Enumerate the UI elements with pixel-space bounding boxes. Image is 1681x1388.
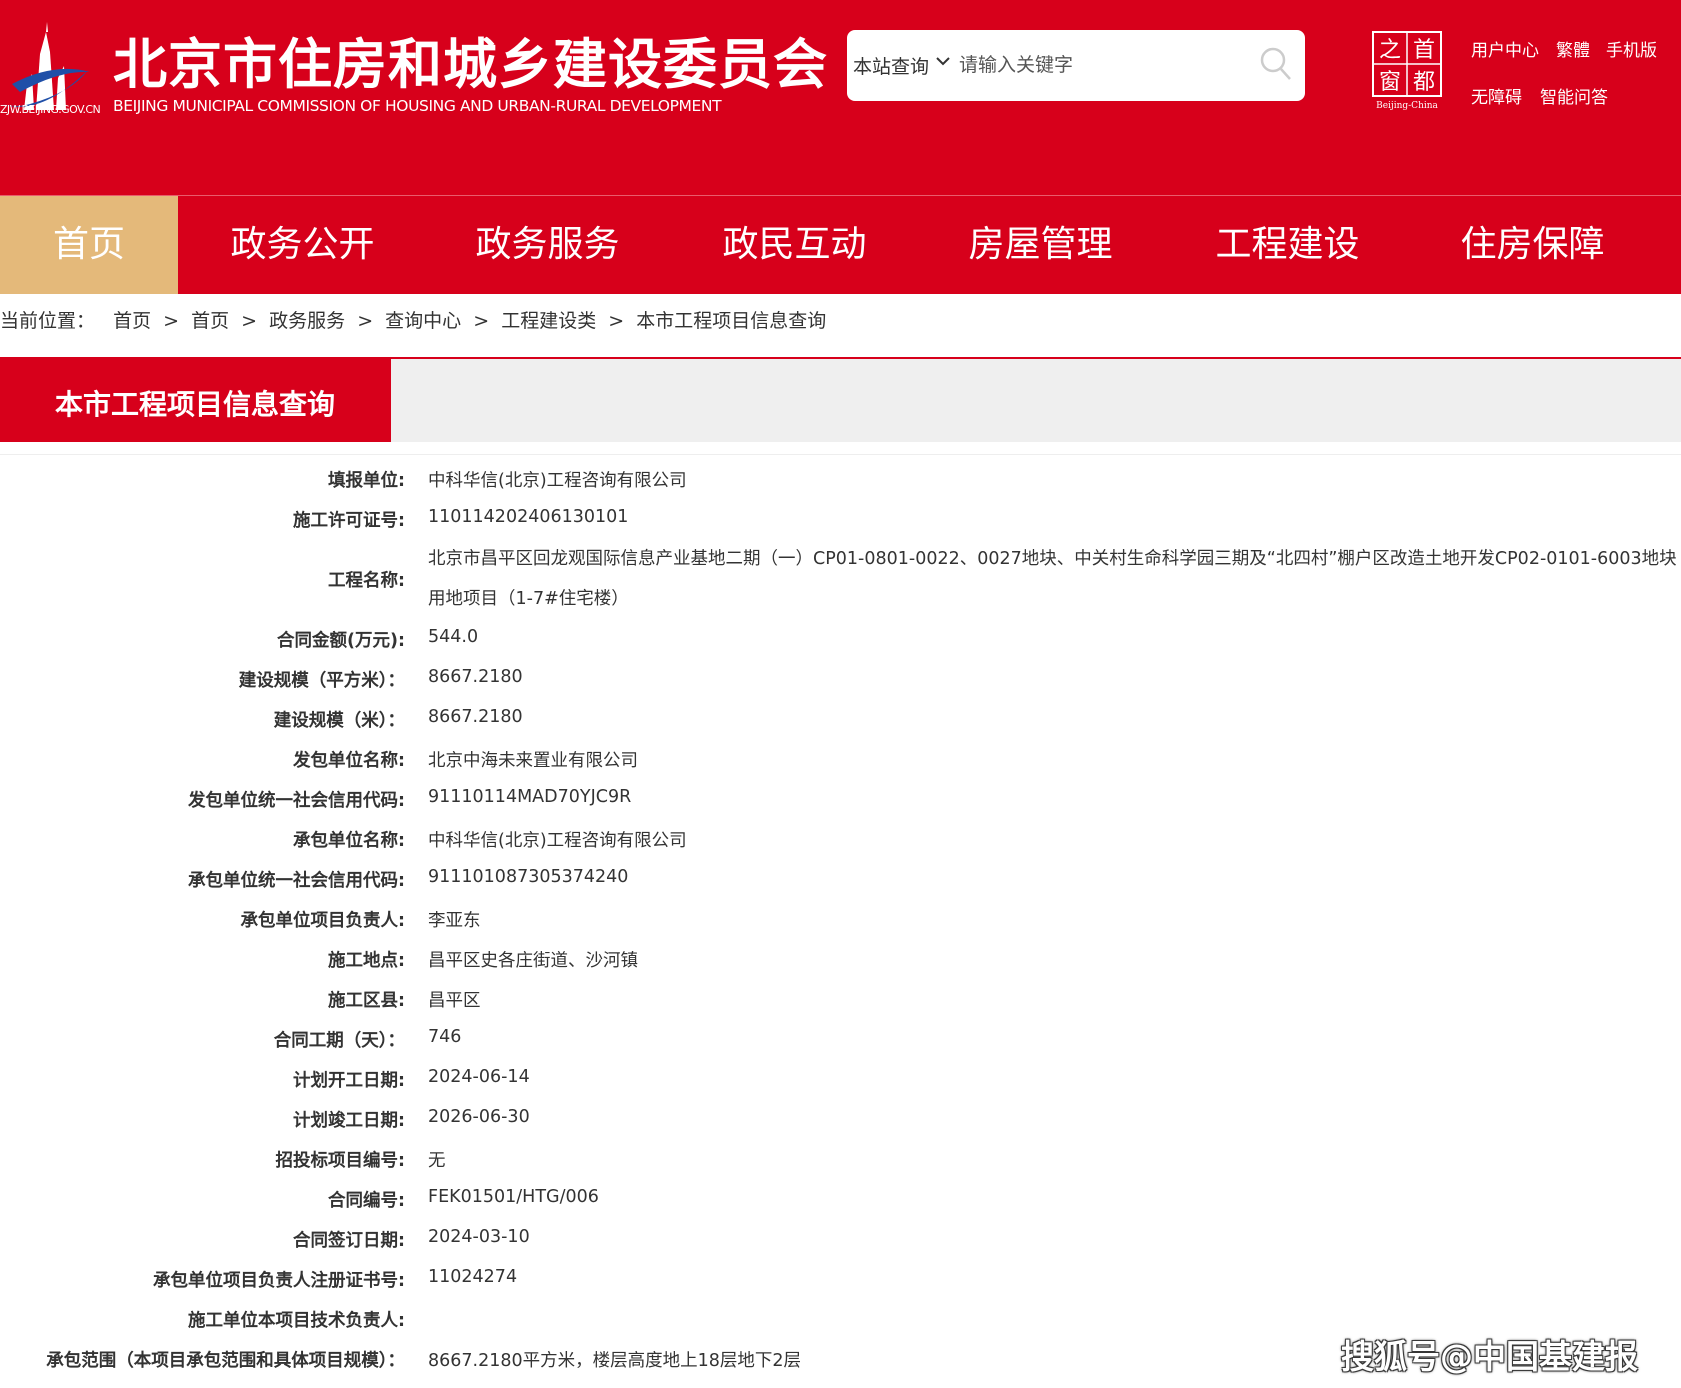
- traditional-chinese-link[interactable]: 繁體: [1556, 36, 1590, 61]
- capital-window-logo-icon[interactable]: 之 首 窗 都 Beijing-China: [1371, 30, 1443, 110]
- detail-value: 110114202406130101: [428, 507, 629, 527]
- detail-label: 合同签订日期:: [293, 1231, 405, 1251]
- search-scope-select[interactable]: 本站查询: [853, 52, 929, 79]
- search-icon[interactable]: [1259, 46, 1293, 82]
- detail-label: 合同工期（天）：: [273, 1031, 405, 1051]
- detail-value: 昌平区史各庄街道、沙河镇: [428, 951, 638, 971]
- detail-label: 施工单位本项目技术负责人:: [188, 1311, 405, 1331]
- detail-value: FEK01501/HTG/006: [428, 1187, 599, 1207]
- nav-item-public-interaction[interactable]: 政民互动: [692, 196, 897, 294]
- detail-value: 11024274: [428, 1267, 518, 1287]
- chevron-down-icon[interactable]: [935, 54, 951, 68]
- mobile-version-link[interactable]: 手机版: [1606, 36, 1657, 61]
- detail-value: 8667.2180: [428, 667, 523, 687]
- detail-value: 8667.2180平方米，楼层高度地上18层地下2层: [428, 1351, 802, 1371]
- search-box: 本站查询: [847, 30, 1305, 101]
- detail-label: 承包单位名称:: [293, 831, 405, 851]
- breadcrumb-item[interactable]: 工程建设类: [501, 310, 596, 332]
- detail-label: 填报单位:: [328, 471, 405, 491]
- detail-label: 工程名称:: [328, 571, 405, 591]
- detail-value: 2024-03-10: [428, 1227, 530, 1247]
- detail-value: 中科华信(北京)工程咨询有限公司: [428, 471, 687, 491]
- detail-label: 发包单位统一社会信用代码:: [188, 791, 405, 811]
- user-center-link[interactable]: 用户中心: [1471, 36, 1539, 61]
- nav-item-government-affairs[interactable]: 政务公开: [200, 196, 405, 294]
- detail-label: 合同金额(万元):: [277, 631, 405, 651]
- detail-label: 招投标项目编号:: [275, 1151, 406, 1171]
- breadcrumb-separator: >: [163, 310, 180, 332]
- breadcrumb-separator: >: [241, 310, 258, 332]
- search-input[interactable]: [959, 48, 1239, 82]
- main-nav: 首页 政务公开 政务服务 政民互动 房屋管理 工程建设 住房保障: [0, 196, 1681, 294]
- capital-logo-char: 首: [1413, 38, 1435, 63]
- capital-logo-caption: Beijing-China: [1376, 101, 1438, 110]
- detail-value: 昌平区: [428, 991, 481, 1011]
- detail-value: 911101087305374240: [428, 867, 629, 887]
- detail-label: 施工地点:: [328, 951, 405, 971]
- breadcrumb-item[interactable]: 查询中心: [385, 310, 461, 332]
- detail-label: 承包单位统一社会信用代码:: [188, 871, 405, 891]
- detail-value: 746: [428, 1027, 462, 1047]
- section-header: 本市工程项目信息查询: [0, 359, 1681, 442]
- watermark: 搜狐号@中国基建报: [1341, 1337, 1638, 1376]
- site-subtitle: BEIJING MUNICIPAL COMMISSION OF HOUSING …: [113, 97, 722, 115]
- detail-value: 无: [428, 1151, 446, 1171]
- nav-item-housing-security[interactable]: 住房保障: [1430, 196, 1635, 294]
- breadcrumb-item[interactable]: 政务服务: [269, 310, 345, 332]
- capital-logo-char: 都: [1413, 70, 1435, 95]
- detail-label: 施工许可证号:: [293, 511, 405, 531]
- detail-value: 中科华信(北京)工程咨询有限公司: [428, 831, 687, 851]
- breadcrumb-current: 本市工程项目信息查询: [636, 310, 827, 332]
- detail-label: 承包单位项目负责人:: [240, 911, 406, 931]
- accessibility-link[interactable]: 无障碍: [1471, 83, 1522, 108]
- breadcrumb-item[interactable]: 首页: [191, 310, 229, 332]
- detail-value: 544.0: [428, 627, 479, 647]
- detail-value: 8667.2180: [428, 707, 523, 727]
- breadcrumb-separator: >: [357, 310, 374, 332]
- breadcrumb-separator: >: [473, 310, 490, 332]
- detail-value: 2026-06-30: [428, 1107, 530, 1127]
- breadcrumb: 当前位置： 首页 > 首页 > 政务服务 > 查询中心 > 工程建设类 > 本市…: [0, 306, 832, 333]
- site-header: ZJW.BEIJING.GOV.CN 北京市住房和城乡建设委员会 BEIJING…: [0, 0, 1681, 195]
- nav-item-housing-management[interactable]: 房屋管理: [938, 196, 1143, 294]
- breadcrumb-separator: >: [608, 310, 625, 332]
- detail-label: 施工区县:: [328, 991, 405, 1011]
- detail-label: 计划开工日期:: [293, 1071, 405, 1091]
- smart-qa-link[interactable]: 智能问答: [1540, 83, 1608, 108]
- detail-value: 北京市昌平区回龙观国际信息产业基地二期（一）CP01-0801-0022、002…: [428, 549, 1677, 609]
- detail-label: 合同编号:: [328, 1191, 405, 1211]
- capital-logo-char: 窗: [1379, 70, 1401, 95]
- breadcrumb-item[interactable]: 首页: [113, 310, 151, 332]
- logo-url-text: ZJW.BEIJING.GOV.CN: [0, 103, 101, 116]
- section-title: 本市工程项目信息查询: [55, 388, 336, 421]
- detail-label: 发包单位名称:: [293, 751, 405, 771]
- detail-value: 91110114MAD70YJC9R: [428, 787, 632, 807]
- content-divider: [0, 454, 1681, 455]
- nav-item-home[interactable]: 首页: [0, 196, 178, 294]
- nav-item-government-services[interactable]: 政务服务: [445, 196, 650, 294]
- detail-label: 承包范围（本项目承包范围和具体项目规模）：: [46, 1351, 405, 1371]
- detail-value: 2024-06-14: [428, 1067, 530, 1087]
- detail-label: 建设规模（平方米）：: [238, 671, 405, 691]
- site-title[interactable]: 北京市住房和城乡建设委员会: [113, 20, 828, 99]
- nav-item-engineering-construction[interactable]: 工程建设: [1185, 196, 1390, 294]
- capital-logo-char: 之: [1379, 38, 1401, 63]
- section-tab: 本市工程项目信息查询: [0, 359, 391, 442]
- detail-value: 李亚东: [428, 911, 481, 931]
- detail-label: 计划竣工日期:: [293, 1111, 405, 1131]
- detail-label: 建设规模（米）：: [273, 711, 405, 731]
- detail-value: 北京中海未来置业有限公司: [428, 751, 638, 771]
- detail-label: 承包单位项目负责人注册证书号:: [153, 1271, 405, 1291]
- breadcrumb-prefix: 当前位置：: [0, 310, 96, 332]
